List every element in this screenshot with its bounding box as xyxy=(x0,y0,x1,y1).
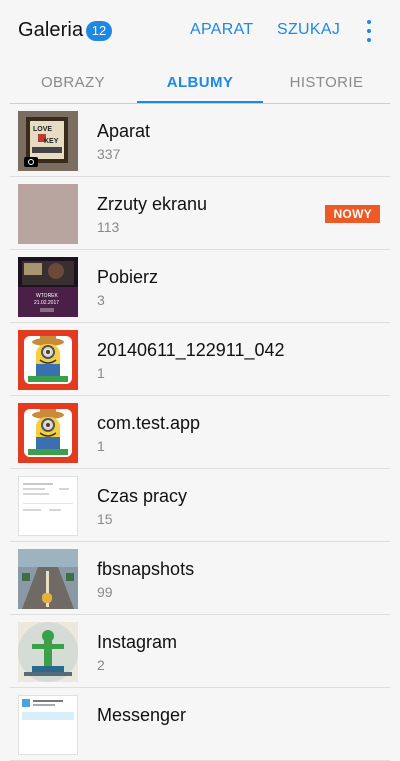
album-count: 2 xyxy=(97,657,105,673)
tab-stories[interactable]: HISTORIE xyxy=(263,62,390,102)
album-thumbnail xyxy=(18,330,78,390)
tab-albums[interactable]: ALBUMY xyxy=(137,62,263,102)
album-row[interactable]: com.test.app 1 xyxy=(10,396,390,469)
tab-bar: OBRAZY ALBUMY HISTORIE xyxy=(10,62,390,104)
album-thumbnail xyxy=(18,549,78,609)
album-count: 337 xyxy=(97,146,121,162)
album-name: Messenger xyxy=(97,705,187,725)
album-name: Aparat xyxy=(97,121,151,141)
svg-text:KEY: KEY xyxy=(44,138,59,145)
album-name: Instagram xyxy=(97,632,178,652)
album-count: 15 xyxy=(97,511,113,527)
album-row[interactable]: Zrzuty ekranu 113 NOWY xyxy=(10,177,390,250)
album-name: Pobierz xyxy=(97,267,159,287)
album-count: 1 xyxy=(97,438,105,454)
album-name: com.test.app xyxy=(97,413,201,433)
album-name: Zrzuty ekranu xyxy=(97,194,208,214)
album-row[interactable]: WTOREK 21.02.2017 Pobierz 3 xyxy=(10,250,390,323)
album-row[interactable]: LOVE KEY Aparat 337 xyxy=(10,104,390,177)
album-thumbnail xyxy=(18,403,78,463)
album-name: Czas pracy xyxy=(97,486,188,506)
camera-button[interactable]: APARAT xyxy=(190,21,253,39)
album-thumbnail: LOVE KEY xyxy=(18,111,78,171)
album-row[interactable]: 20140611_122911_042 1 xyxy=(10,323,390,396)
album-row[interactable]: Instagram 2 xyxy=(10,615,390,688)
album-name: 20140611_122911_042 xyxy=(97,340,285,360)
app-title: Galeria xyxy=(18,19,84,41)
svg-text:LOVE: LOVE xyxy=(33,126,52,133)
album-thumbnail xyxy=(18,184,78,244)
album-count: 99 xyxy=(97,584,113,600)
album-row[interactable]: Czas pracy 15 xyxy=(10,469,390,542)
album-count: 1 xyxy=(97,365,105,381)
album-thumbnail xyxy=(18,622,78,682)
album-thumbnail xyxy=(18,476,78,536)
tab-images[interactable]: OBRAZY xyxy=(10,62,136,102)
more-options-icon[interactable] xyxy=(362,20,376,42)
album-count: 113 xyxy=(97,219,120,235)
thumbnail-text: 21.02.2017 xyxy=(34,300,59,306)
album-count: 3 xyxy=(97,292,105,308)
thumbnail-text: WTOREK xyxy=(36,293,59,299)
search-button[interactable]: SZUKAJ xyxy=(277,21,340,39)
item-count-badge: 12 xyxy=(86,21,112,41)
album-thumbnail xyxy=(18,695,78,755)
album-thumbnail: WTOREK 21.02.2017 xyxy=(18,257,78,317)
album-row[interactable]: fbsnapshots 99 xyxy=(10,542,390,615)
album-row[interactable]: Messenger xyxy=(10,688,390,761)
app-header: Galeria 12 APARAT SZUKAJ xyxy=(0,0,400,62)
album-list: LOVE KEY Aparat 337 Zrzuty ekranu 113 NO… xyxy=(10,104,390,761)
new-badge: NOWY xyxy=(325,205,380,223)
camera-icon xyxy=(24,157,38,167)
album-name: fbsnapshots xyxy=(97,559,195,579)
